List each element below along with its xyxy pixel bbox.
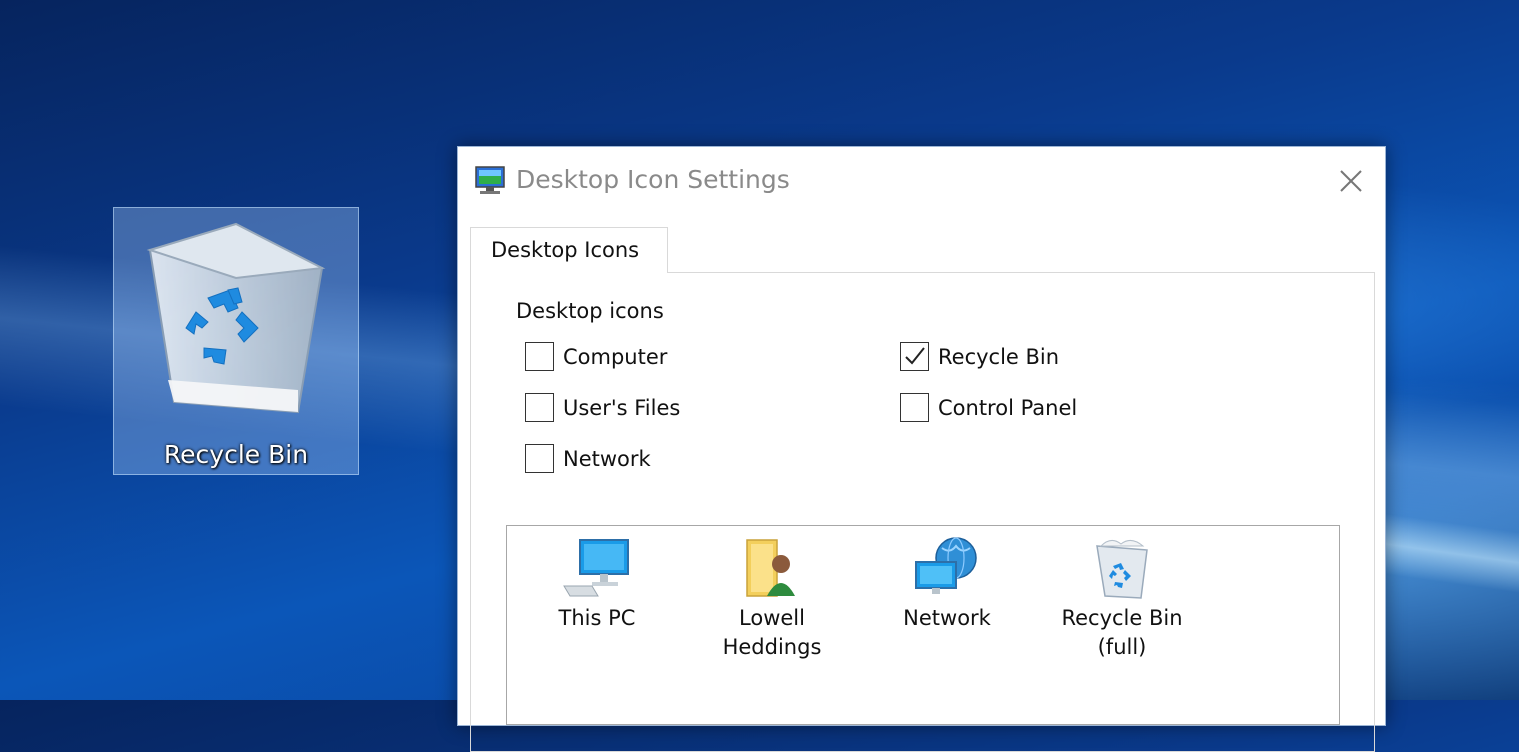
close-icon [1340, 170, 1362, 192]
preview-item-label: This PC [558, 606, 636, 630]
checkbox-label: Control Panel [938, 395, 1078, 420]
user-folder-icon [746, 539, 795, 597]
preview-item-label-line: Recycle Bin [1061, 606, 1183, 630]
checkbox-box[interactable] [900, 393, 929, 422]
checkbox-box[interactable] [525, 393, 554, 422]
checkbox-recycle-bin[interactable]: Recycle Bin [900, 342, 1059, 371]
desktop-icon-label: Recycle Bin [163, 440, 309, 469]
preview-item-recycle-bin-full[interactable]: Recycle Bin (full) [1037, 536, 1207, 662]
checkbox-box[interactable] [900, 342, 929, 371]
group-label: Desktop icons [516, 299, 664, 323]
checkbox-network[interactable]: Network [525, 444, 651, 473]
preview-item-user-files[interactable]: Lowell Heddings [687, 536, 857, 662]
desktop-recycle-bin[interactable]: Recycle Bin [113, 207, 359, 475]
checkbox-computer[interactable]: Computer [525, 342, 667, 371]
preview-item-label-line: (full) [1097, 635, 1147, 659]
checkbox-label: Computer [563, 344, 668, 369]
title-bar[interactable]: Desktop Icon Settings [458, 147, 1385, 215]
preview-item-network[interactable]: Network [862, 536, 1032, 633]
icon-preview-list[interactable]: This PC Lowell Heddings Network Recycle … [506, 525, 1340, 725]
checkbox-box[interactable] [525, 444, 554, 473]
checkbox-label: Recycle Bin [938, 344, 1060, 369]
this-pc-icon [563, 539, 629, 597]
checkbox-box[interactable] [525, 342, 554, 371]
recycle-bin-full-icon [1096, 540, 1148, 599]
preview-item-label: Recycle Bin (full) [1037, 604, 1207, 662]
preview-item-this-pc[interactable]: This PC [512, 536, 682, 633]
desktop-settings-icon [475, 166, 505, 194]
preview-item-label-line: Lowell [739, 606, 805, 630]
tab-desktop-icons[interactable]: Desktop Icons [470, 227, 668, 273]
preview-item-label-line: Heddings [722, 635, 822, 659]
desktop-icon-settings-dialog: Desktop Icon Settings Desktop Icons Desk… [457, 146, 1386, 752]
checkbox-control-panel[interactable]: Control Panel [900, 393, 1077, 422]
dialog-title: Desktop Icon Settings [516, 165, 790, 194]
network-icon [915, 537, 977, 594]
checkbox-label: User's Files [563, 395, 681, 420]
tab-label: Desktop Icons [491, 238, 640, 262]
checkbox-label: Network [563, 446, 651, 471]
preview-item-label: Lowell Heddings [687, 604, 857, 662]
checkbox-users-files[interactable]: User's Files [525, 393, 680, 422]
checkmark-icon [905, 347, 925, 365]
recycle-bin-icon [146, 222, 326, 414]
preview-item-label: Network [903, 606, 991, 630]
close-button[interactable] [1331, 161, 1371, 201]
